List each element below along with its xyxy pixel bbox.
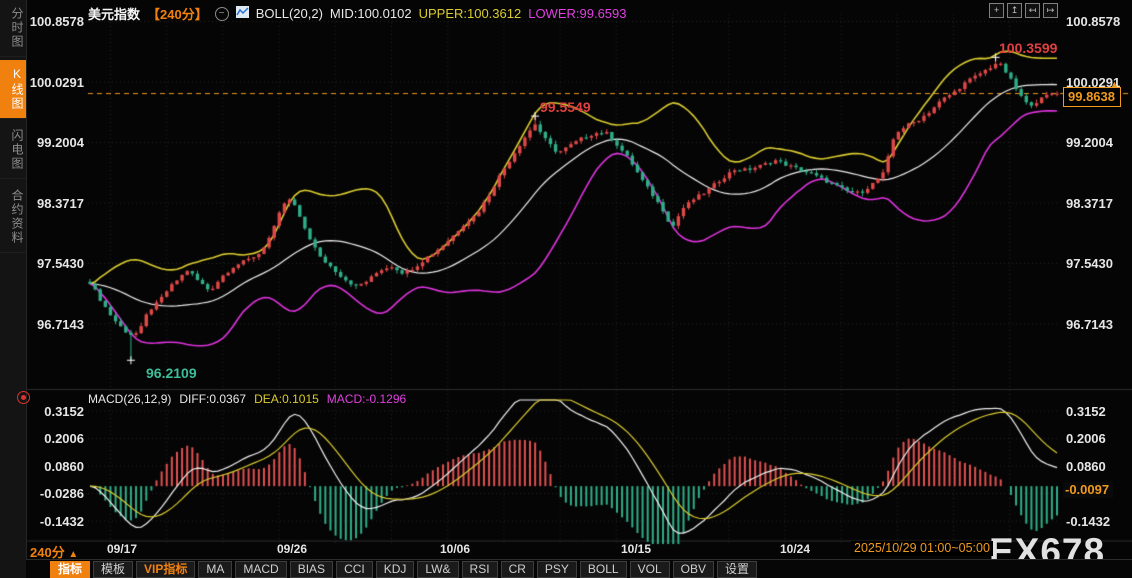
x-axis-tick: 10/24 [779,542,811,556]
sidebar-tab[interactable]: 分时图 [0,0,26,57]
toolbar-item[interactable]: 指标 [50,560,91,578]
boll-upper-value: UPPER:100.3612 [418,6,522,21]
main-axis-label-right: 100.8578 [1066,14,1121,29]
sidebar-tab[interactable]: 合约资料 [0,182,26,253]
chart-tools: + ↥ ↤ ↦ [989,3,1058,18]
macd-axis-label-right: 0.0860 [1066,458,1106,474]
x-axis-tick: 09/26 [276,542,308,556]
toolbar-item[interactable]: BOLL [579,560,627,578]
toolbar-item[interactable]: OBV [672,560,714,578]
main-axis-label-right: 97.5430 [1066,256,1113,271]
toolbar-item[interactable]: 设置 [716,560,757,578]
toolbar-item[interactable]: LW& [417,560,459,578]
collapse-icon[interactable]: − [214,6,229,21]
sidebar-tab[interactable]: K线图 [0,60,26,119]
macd-current-badge: -0.0097 [1063,482,1114,498]
price-up-arrow-icon: ▲ [1110,79,1119,89]
toolbar-item[interactable]: CR [500,560,534,578]
boll-mid-value: MID:100.0102 [329,6,412,21]
macd-macd-value: MACD:-0.1296 [326,392,407,406]
toolbar-item[interactable]: MACD [235,560,287,578]
boll-lower-value: LOWER:99.6593 [528,6,627,21]
toolbar-item[interactable]: 模板 [93,560,134,578]
chart-tool-button[interactable]: + [989,3,1004,18]
main-axis-label-right: 98.3717 [1066,195,1113,211]
left-sidebar: 分时图 K线图闪电图合约资料 [0,0,27,578]
toolbar-item[interactable]: MA [198,560,233,578]
boll-label: BOLL(20,2) [255,6,323,21]
macd-header: MACD(26,12,9) DIFF:0.0367 DEA:0.1015 MAC… [88,392,406,406]
macd-axis-label-right: 0.3152 [1066,403,1106,419]
chart-header: 美元指数 【240分】 − BOLL(20,2) MID:100.0102 UP… [88,4,627,23]
macd-dea-value: DEA:0.1015 [254,392,319,406]
toolbar-item[interactable]: RSI [461,560,498,578]
x-axis-tick: 10/15 [620,542,652,556]
toolbar-item[interactable]: KDJ [375,560,415,578]
current-price-badge: 99.8638 [1063,87,1121,107]
chart-app: 分时图 K线图闪电图合约资料 美元指数 【240分】 − BOLL(20,2) M… [0,0,1132,578]
chart-tool-button[interactable]: ↦ [1043,3,1058,18]
x-axis-tick: 09/17 [106,542,138,556]
crosshair-target-icon[interactable] [17,391,30,404]
indicator-chart-icon[interactable] [235,6,249,21]
chart-tool-button[interactable]: ↤ [1025,3,1040,18]
toolbar-item[interactable]: VIP指标 [136,560,196,578]
x-axis-tick: 10/06 [439,542,471,556]
macd-axis-label-right: 0.2006 [1066,431,1106,446]
main-axis-label-right: 96.7143 [1066,316,1113,332]
interim-high-annotation: 99.5549 [540,99,591,115]
macd-diff-value: DIFF:0.0367 [179,392,247,406]
macd-axis-label-right: -0.1432 [1066,513,1111,529]
toolbar-item[interactable]: BIAS [289,560,334,578]
indicator-toolbar: 指标 模板 VIP指标 MA MACD BIAS CCI KDJ LW& RSI CR PSY BOLL… [26,559,1132,578]
period-badge[interactable]: 【240分】 [147,4,208,23]
chart-tool-button[interactable]: ↥ [1007,3,1022,18]
macd-title: MACD(26,12,9) [88,392,172,406]
main-chart-canvas[interactable] [0,0,1132,578]
sidebar-tab[interactable]: 闪电图 [0,122,26,179]
symbol-title: 美元指数 [88,7,141,22]
toolbar-item[interactable]: CCI [336,560,373,578]
last-candle-date: 2025/10/29 01:00~05:00 [851,541,993,556]
toolbar-item[interactable]: VOL [629,560,670,578]
low-price-annotation: 96.2109 [146,365,197,381]
toolbar-item[interactable]: PSY [536,560,577,578]
main-axis-label-right: 99.2004 [1066,135,1113,150]
high-price-annotation: 100.3599 [999,40,1058,56]
